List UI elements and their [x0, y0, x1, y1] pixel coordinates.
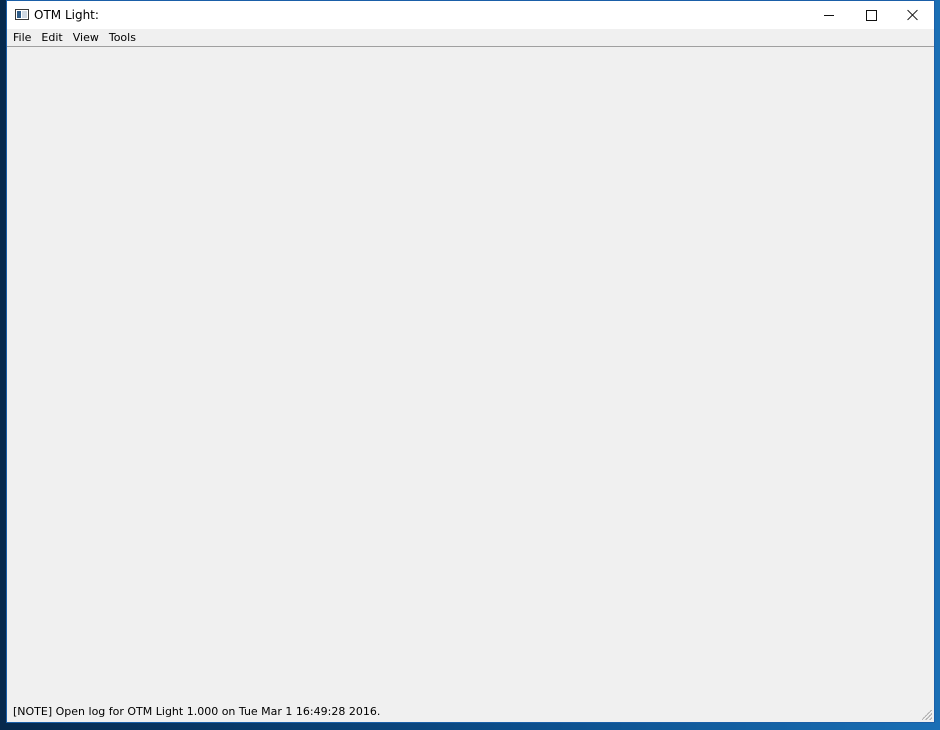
minimize-icon: [824, 14, 834, 16]
menu-tools[interactable]: Tools: [108, 30, 141, 46]
menu-edit[interactable]: Edit: [40, 30, 67, 46]
menu-bar: File Edit View Tools: [7, 29, 934, 47]
app-window-icon[interactable]: [15, 9, 29, 20]
title-bar[interactable]: OTM Light:: [7, 1, 934, 29]
status-message: [NOTE] Open log for OTM Light 1.000 on T…: [13, 705, 381, 718]
main-workspace: [7, 48, 934, 699]
app-window: OTM Light: File Edit View Tools [NOTE] O…: [6, 0, 935, 723]
maximize-button[interactable]: [850, 1, 892, 29]
status-bar: [NOTE] Open log for OTM Light 1.000 on T…: [7, 700, 934, 722]
close-icon: [907, 9, 919, 21]
window-title: OTM Light:: [34, 8, 99, 22]
menu-file[interactable]: File: [12, 30, 36, 46]
maximize-icon: [865, 9, 877, 21]
close-button[interactable]: [892, 1, 934, 29]
menu-view[interactable]: View: [72, 30, 104, 46]
resize-grip-icon[interactable]: [922, 710, 932, 720]
minimize-button[interactable]: [808, 1, 850, 29]
